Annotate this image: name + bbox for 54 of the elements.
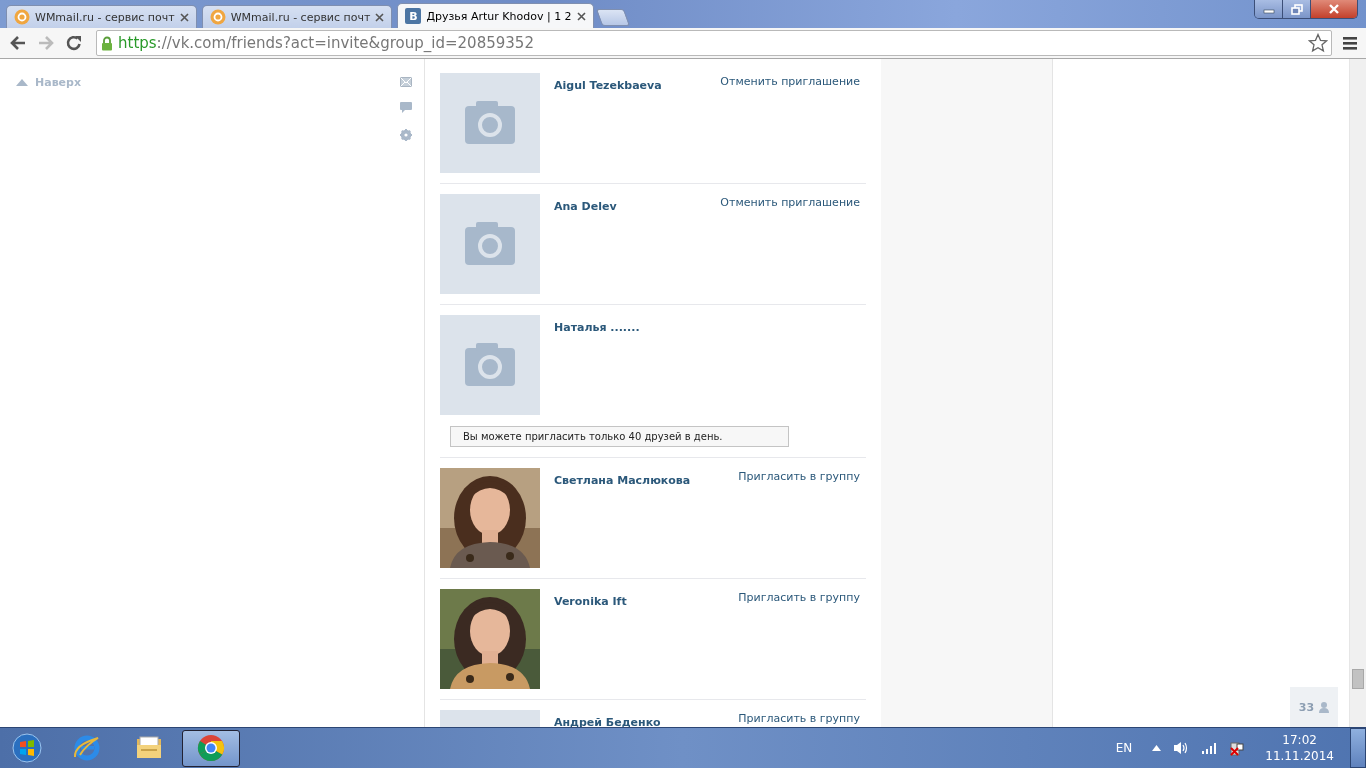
mail-logo-icon xyxy=(209,9,226,25)
forward-icon xyxy=(37,34,55,52)
lock-icon xyxy=(101,35,113,51)
invite-action-link[interactable]: Пригласить в группу xyxy=(738,470,860,483)
chat-bubble-icon xyxy=(400,102,412,114)
minimize-button[interactable] xyxy=(1255,0,1283,18)
mail-icon xyxy=(400,77,412,87)
speaker-icon xyxy=(1173,741,1190,755)
restore-button[interactable] xyxy=(1283,0,1311,18)
new-tab-button[interactable] xyxy=(595,9,630,26)
restore-icon xyxy=(1290,3,1303,15)
language-indicator[interactable]: EN xyxy=(1115,741,1133,755)
invite-action-link[interactable]: Пригласить в группу xyxy=(738,591,860,604)
photo-placeholder-icon xyxy=(440,73,540,173)
chrome-logo-icon xyxy=(196,733,226,763)
photo-placeholder-icon xyxy=(440,315,540,415)
friend-name-link[interactable]: Наталья ....... xyxy=(554,321,640,334)
signal-bars-icon xyxy=(1201,742,1218,754)
browser-tab[interactable]: В Друзья Artur Khodov | 1 2 xyxy=(397,3,594,28)
friend-name-link[interactable]: Veronika Ift xyxy=(554,595,627,608)
invite-action-link[interactable]: Отменить приглашение xyxy=(720,196,860,209)
power-plug-icon xyxy=(1229,740,1246,756)
close-icon xyxy=(375,12,385,22)
photo-placeholder-icon xyxy=(440,194,540,294)
friend-name-link[interactable]: Aigul Tezekbaeva xyxy=(554,79,662,92)
show-hidden-icons-icon xyxy=(1152,745,1162,751)
back-icon xyxy=(9,34,27,52)
up-arrow-icon xyxy=(16,78,28,86)
close-icon xyxy=(179,12,189,22)
taskbar-app-button[interactable] xyxy=(182,729,240,767)
close-icon xyxy=(576,11,586,21)
browser-tab[interactable]: WMmail.ru - сервис почт xyxy=(201,5,393,28)
scrollbar[interactable] xyxy=(1349,59,1366,727)
invite-action-link[interactable]: Пригласить в группу xyxy=(738,712,860,725)
friend-name-link[interactable]: Ana Delev xyxy=(554,200,617,213)
reload-icon xyxy=(65,34,83,52)
info-message: Вы можете пригласить только 40 друзей в день. xyxy=(450,426,789,447)
bookmark-star-icon xyxy=(1308,33,1328,53)
invite-action-link[interactable]: Отменить приглашение xyxy=(720,75,860,88)
windows-logo-icon xyxy=(12,733,42,763)
friend-name-link[interactable]: Светлана Маслюкова xyxy=(554,474,691,487)
menu-icon xyxy=(1341,34,1359,52)
person-icon xyxy=(1319,701,1330,713)
show-desktop-button[interactable] xyxy=(1350,728,1366,768)
browser-e-icon xyxy=(72,733,102,763)
vk-logo-icon: В xyxy=(405,8,422,24)
url-text: https://vk.com/friends?act=invite&group_id=20859352 xyxy=(118,34,535,52)
close-button[interactable] xyxy=(1311,0,1357,18)
clock[interactable]: 17:02 11.11.2014 xyxy=(1265,732,1334,764)
close-icon xyxy=(1328,4,1340,14)
mail-logo-icon xyxy=(14,9,30,25)
browser-tab[interactable]: WMmail.ru - сервис почт xyxy=(6,5,197,28)
settings-icon xyxy=(400,129,412,141)
address-field[interactable]: https://vk.com/friends?act=invite&group_id=20859352 xyxy=(96,30,1332,56)
